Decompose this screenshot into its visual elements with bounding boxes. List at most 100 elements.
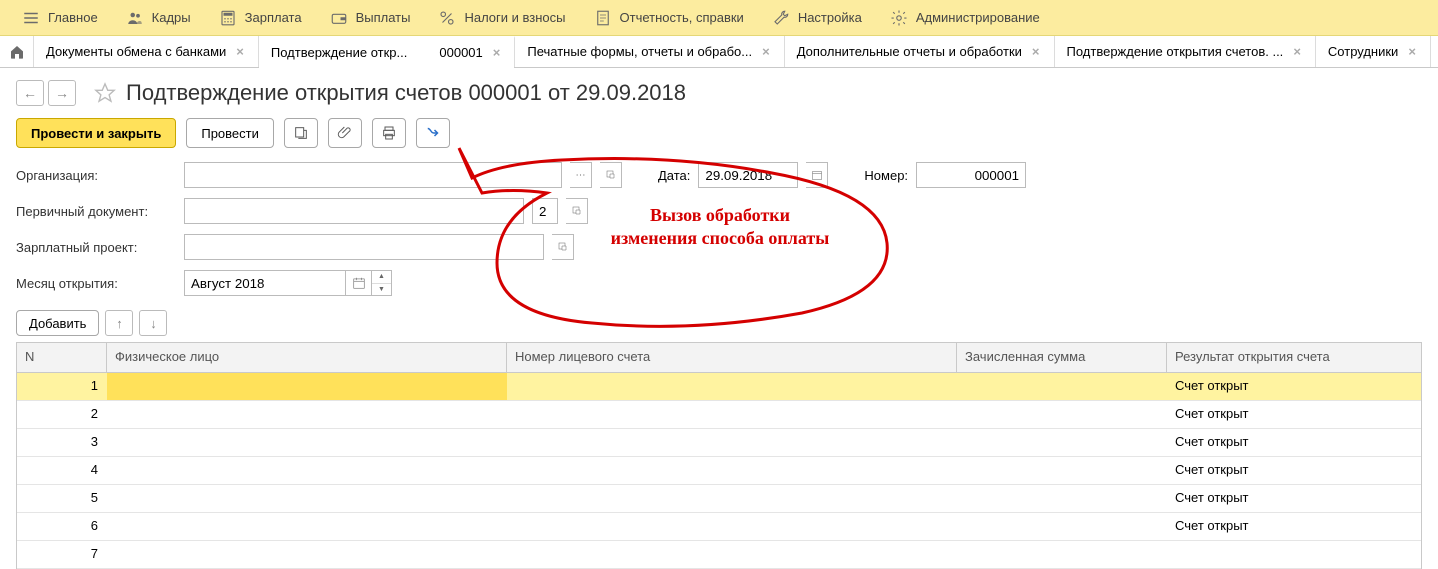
tab-label: Подтверждение откр... [271, 45, 408, 60]
primary-doc-open-icon[interactable] [566, 198, 588, 224]
menu-label: Кадры [152, 10, 191, 25]
spin-up-icon[interactable]: ▲ [372, 271, 391, 284]
payroll-project-open-icon[interactable] [552, 234, 574, 260]
date-picker-icon[interactable] [806, 162, 828, 188]
people-icon [126, 9, 144, 27]
main-menu: Главное Кадры Зарплата Выплаты Налоги и … [0, 0, 1438, 36]
tab-confirmation-2[interactable]: Подтверждение открытия счетов. ... × [1055, 36, 1316, 67]
cell-fiz [107, 513, 507, 540]
grid-body: 1Счет открыт2 Счет открыт3Счет открыт4Сче… [17, 373, 1421, 569]
action-toolbar: Провести и закрыть Провести [16, 118, 1422, 148]
primary-doc-aux-input[interactable] [532, 198, 558, 224]
table-row[interactable]: 3Счет открыт [17, 429, 1421, 457]
menu-kadry[interactable]: Кадры [114, 3, 203, 33]
nav-back-button[interactable]: ← [16, 80, 44, 106]
tab-confirmation[interactable]: Подтверждение откр... 000001 × [259, 36, 515, 67]
number-input[interactable] [916, 162, 1026, 188]
tab-label: Документы обмена с банками [46, 44, 226, 59]
attach-button[interactable] [328, 118, 362, 148]
date-label: Дата: [658, 168, 690, 183]
org-select-icon[interactable]: ⋯ [570, 162, 592, 188]
move-up-button[interactable]: ↑ [105, 310, 133, 336]
close-icon[interactable]: × [491, 45, 503, 60]
menu-label: Выплаты [356, 10, 411, 25]
tab-additional-reports[interactable]: Дополнительные отчеты и обработки × [785, 36, 1055, 67]
tab-print-forms[interactable]: Печатные формы, отчеты и обрабо... × [515, 36, 784, 67]
menu-vyplaty[interactable]: Выплаты [318, 3, 423, 33]
menu-nalogi[interactable]: Налоги и взносы [426, 3, 577, 33]
cell-res [1167, 541, 1421, 568]
table-row[interactable]: 5Счет открыт [17, 485, 1421, 513]
cell-acc [507, 401, 957, 428]
tab-label: Дополнительные отчеты и обработки [797, 44, 1022, 59]
primary-doc-input[interactable] [184, 198, 524, 224]
content-area: ← → Подтверждение открытия счетов 000001… [0, 68, 1438, 569]
menu-label: Администрирование [916, 10, 1040, 25]
menu-label: Налоги и взносы [464, 10, 565, 25]
menu-zarplata[interactable]: Зарплата [207, 3, 314, 33]
cell-sum [957, 541, 1167, 568]
accounts-grid: N Физическое лицо Номер лицевого счета З… [16, 342, 1422, 569]
tab-label: Подтверждение открытия счетов. ... [1067, 44, 1284, 59]
date-input[interactable] [698, 162, 798, 188]
add-button[interactable]: Добавить [16, 310, 99, 336]
processing-call-button[interactable] [416, 118, 450, 148]
col-res-header[interactable]: Результат открытия счета [1167, 343, 1421, 372]
tab-documents-exchange[interactable]: Документы обмена с банками × [34, 36, 259, 67]
tab-employees[interactable]: Сотрудники × [1316, 36, 1431, 67]
home-tab[interactable] [0, 36, 34, 67]
table-row[interactable]: 1Счет открыт [17, 373, 1421, 401]
menu-settings[interactable]: Настройка [760, 3, 874, 33]
cell-sum [957, 457, 1167, 484]
cell-sum [957, 513, 1167, 540]
register-button[interactable] [284, 118, 318, 148]
cell-fiz [107, 429, 507, 456]
close-icon[interactable]: × [1291, 44, 1303, 59]
tab-bar: Документы обмена с банками × Подтвержден… [0, 36, 1438, 68]
form-area: Организация: ⋯ Дата: Номер: Первичный до… [16, 162, 1422, 296]
wallet-icon [330, 9, 348, 27]
post-button[interactable]: Провести [186, 118, 274, 148]
cell-acc [507, 373, 957, 400]
org-input[interactable] [184, 162, 562, 188]
calendar-icon[interactable] [346, 270, 372, 296]
post-and-close-button[interactable]: Провести и закрыть [16, 118, 176, 148]
cell-n: 4 [17, 457, 107, 484]
cell-n: 2 [17, 401, 107, 428]
menu-label: Отчетность, справки [620, 10, 744, 25]
cell-n: 7 [17, 541, 107, 568]
menu-main[interactable]: Главное [10, 3, 110, 33]
month-spinner[interactable]: ▲▼ [372, 270, 392, 296]
close-icon[interactable]: × [760, 44, 772, 59]
favorite-icon[interactable] [94, 82, 116, 104]
print-button[interactable] [372, 118, 406, 148]
table-row[interactable]: 2 Счет открыт [17, 401, 1421, 429]
payroll-project-input[interactable] [184, 234, 544, 260]
cell-res: Счет открыт [1167, 401, 1421, 428]
org-open-icon[interactable] [600, 162, 622, 188]
cell-acc [507, 541, 957, 568]
col-n-header[interactable]: N [17, 343, 107, 372]
cell-n: 1 [17, 373, 107, 400]
month-input[interactable] [184, 270, 346, 296]
nav-forward-button[interactable]: → [48, 80, 76, 106]
col-fiz-header[interactable]: Физическое лицо [107, 343, 507, 372]
col-acc-header[interactable]: Номер лицевого счета [507, 343, 957, 372]
close-icon[interactable]: × [1030, 44, 1042, 59]
cell-fiz [107, 373, 507, 400]
table-row[interactable]: 7 [17, 541, 1421, 569]
close-icon[interactable]: × [1406, 44, 1418, 59]
move-down-button[interactable]: ↓ [139, 310, 167, 336]
cell-fiz [107, 541, 507, 568]
page-title: Подтверждение открытия счетов 000001 от … [126, 80, 686, 106]
table-row[interactable]: 4Счет открыт [17, 457, 1421, 485]
close-icon[interactable]: × [234, 44, 246, 59]
cell-sum [957, 485, 1167, 512]
col-sum-header[interactable]: Зачисленная сумма [957, 343, 1167, 372]
menu-label: Главное [48, 10, 98, 25]
table-row[interactable]: 6Счет открыт [17, 513, 1421, 541]
menu-admin[interactable]: Администрирование [878, 3, 1052, 33]
menu-report[interactable]: Отчетность, справки [582, 3, 756, 33]
spin-down-icon[interactable]: ▼ [372, 284, 391, 296]
cell-acc [507, 457, 957, 484]
